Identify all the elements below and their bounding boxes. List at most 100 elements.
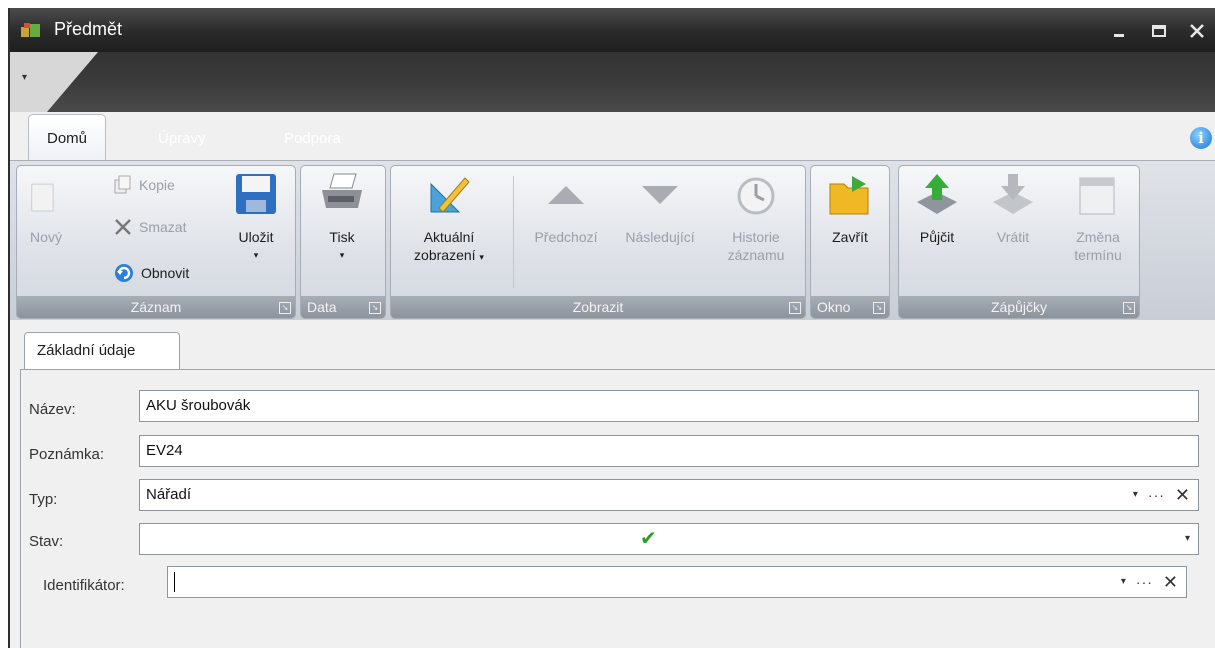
group-caption-window: Okno ↘	[811, 296, 889, 318]
title-bar: Předmět	[10, 8, 1215, 52]
change-term-button[interactable]: Změna termínu	[1063, 170, 1133, 264]
basic-info-panel: Název: AKU šroubovák Poznámka: EV24 Typ:…	[20, 369, 1215, 648]
ribbon-group-view: Aktuální zobrazení ▾ Předchozí Následují…	[390, 165, 806, 319]
refresh-icon	[115, 264, 133, 282]
maximize-button[interactable]	[1148, 22, 1170, 40]
previous-label: Předchozí	[534, 229, 598, 245]
new-button[interactable]: Nový	[23, 170, 69, 246]
return-label: Vrátit	[996, 229, 1030, 245]
status-dropdown-icon[interactable]: ▾	[1185, 524, 1190, 554]
status-field[interactable]: ✔ ▾	[139, 523, 1199, 555]
copy-button[interactable]: Kopie	[113, 172, 175, 198]
view-launcher-icon[interactable]: ↘	[789, 302, 801, 314]
print-label: Tisk	[329, 229, 355, 245]
ribbon-group-loans: Půjčit Vrátit Změna termínu Zápůjčky ↘	[898, 165, 1140, 319]
copy-icon	[114, 175, 131, 194]
history-button[interactable]: Historie záznamu	[715, 170, 797, 264]
ribbon-separator	[513, 176, 514, 288]
type-clear-icon[interactable]: ✕	[1175, 480, 1190, 510]
change-term-label-2: termínu	[1074, 247, 1122, 263]
type-label: Typ:	[29, 491, 58, 508]
group-caption-window-text: Okno	[817, 299, 851, 315]
save-dropdown-icon[interactable]: ▾	[225, 246, 287, 264]
identifier-dropdown-icon[interactable]: ▾	[1121, 567, 1126, 597]
current-view-button[interactable]: Aktuální zobrazení ▾	[399, 170, 499, 266]
close-form-button[interactable]: Zavřít	[819, 170, 881, 246]
quick-access-menu-icon[interactable]: ▾	[22, 72, 27, 83]
status-field-tools: ▾	[1185, 524, 1190, 554]
type-dropdown-icon[interactable]: ▾	[1133, 480, 1138, 510]
text-caret	[174, 572, 175, 593]
folder-exit-icon	[829, 176, 869, 215]
name-label: Název:	[29, 401, 76, 418]
app-icon	[21, 23, 40, 37]
new-document-icon	[31, 183, 54, 212]
type-field-tools: ▾ ··· ✕	[1133, 480, 1190, 510]
group-caption-loans: Zápůjčky ↘	[899, 296, 1139, 318]
print-dropdown-icon[interactable]: ▾	[311, 246, 373, 264]
group-caption-record: Záznam ↘	[17, 296, 295, 318]
group-caption-loans-text: Zápůjčky	[990, 299, 1048, 315]
print-button[interactable]: Tisk ▾	[311, 170, 373, 264]
copy-label: Kopie	[139, 177, 175, 193]
save-button[interactable]: Uložit ▾	[225, 170, 287, 264]
save-label: Uložit	[238, 229, 274, 245]
group-caption-view-text: Zobrazit	[572, 299, 624, 315]
tab-support[interactable]: Podpora	[266, 119, 359, 161]
tab-home[interactable]: Domů	[28, 114, 107, 162]
identifier-field[interactable]: ▾ ··· ✕	[167, 566, 1187, 598]
note-value: EV24	[146, 442, 183, 459]
tab-basic-info[interactable]: Základní údaje	[24, 332, 180, 370]
next-button[interactable]: Následující	[613, 170, 707, 246]
previous-button[interactable]: Předchozí	[521, 170, 611, 246]
name-field[interactable]: AKU šroubovák	[139, 390, 1199, 422]
ruler-pencil-icon	[430, 177, 470, 213]
current-view-label-2-text: zobrazení	[414, 247, 476, 263]
delete-icon	[115, 219, 131, 235]
arrow-up-icon	[548, 186, 584, 204]
type-value: Nářadí	[146, 486, 192, 503]
type-browse-icon[interactable]: ···	[1148, 480, 1165, 510]
identifier-clear-icon[interactable]: ✕	[1163, 567, 1178, 597]
help-icon[interactable]: i	[1190, 127, 1212, 149]
new-label: Nový	[30, 229, 62, 245]
window-launcher-icon[interactable]: ↘	[873, 302, 885, 314]
printer-icon	[322, 173, 362, 208]
group-caption-data-text: Data	[307, 299, 337, 315]
refresh-button[interactable]: Obnovit	[113, 260, 189, 286]
group-caption-view: Zobrazit ↘	[391, 296, 805, 318]
change-term-label-1: Změna	[1076, 229, 1120, 245]
group-caption-data: Data ↘	[301, 296, 385, 318]
identifier-label: Identifikátor:	[43, 577, 125, 594]
current-view-label-1: Aktuální	[423, 229, 475, 245]
current-view-dropdown-icon[interactable]: ▾	[479, 252, 484, 262]
history-label-1: Historie	[732, 229, 780, 245]
return-button[interactable]: Vrátit	[983, 170, 1043, 246]
history-label-2: záznamu	[727, 247, 785, 263]
tab-edit[interactable]: Úpravy	[140, 119, 224, 161]
next-label: Následující	[625, 229, 695, 245]
data-launcher-icon[interactable]: ↘	[369, 302, 381, 314]
note-field[interactable]: EV24	[139, 435, 1199, 467]
loans-launcher-icon[interactable]: ↘	[1123, 302, 1135, 314]
lend-icon	[917, 174, 957, 214]
close-button[interactable]	[1186, 22, 1208, 40]
tab-strip	[10, 52, 1215, 112]
identifier-browse-icon[interactable]: ···	[1136, 567, 1153, 597]
calendar-icon	[1079, 177, 1115, 215]
ribbon-group-window: Zavřít Okno ↘	[810, 165, 890, 319]
note-label: Poznámka:	[29, 446, 105, 463]
name-value: AKU šroubovák	[146, 397, 251, 414]
group-caption-record-text: Záznam	[130, 299, 182, 315]
delete-button[interactable]: Smazat	[113, 214, 186, 240]
window-title: Předmět	[54, 19, 123, 39]
refresh-label: Obnovit	[141, 265, 190, 281]
lend-button[interactable]: Půjčit	[907, 170, 967, 246]
minimize-button[interactable]	[1108, 22, 1130, 40]
app-window: Předmět ▾ Domů Úpravy Podpora i Nový Kop…	[8, 8, 1215, 648]
form-area: Základní údaje Název: AKU šroubovák Pozn…	[10, 322, 1215, 648]
return-icon	[993, 174, 1033, 214]
record-launcher-icon[interactable]: ↘	[279, 302, 291, 314]
type-field[interactable]: Nářadí ▾ ··· ✕	[139, 479, 1199, 511]
lend-label: Půjčit	[919, 229, 955, 245]
